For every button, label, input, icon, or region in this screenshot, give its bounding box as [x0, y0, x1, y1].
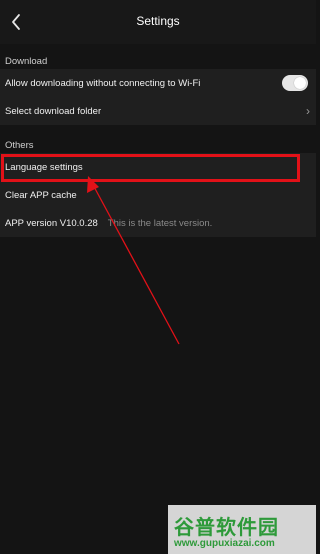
watermark-logo: 谷普软件园 www.gupuxiazai.com	[168, 505, 316, 554]
watermark-url: www.gupuxiazai.com	[174, 538, 275, 549]
watermark-text: 谷普软件园	[174, 517, 279, 539]
annotation-arrow	[87, 176, 180, 345]
